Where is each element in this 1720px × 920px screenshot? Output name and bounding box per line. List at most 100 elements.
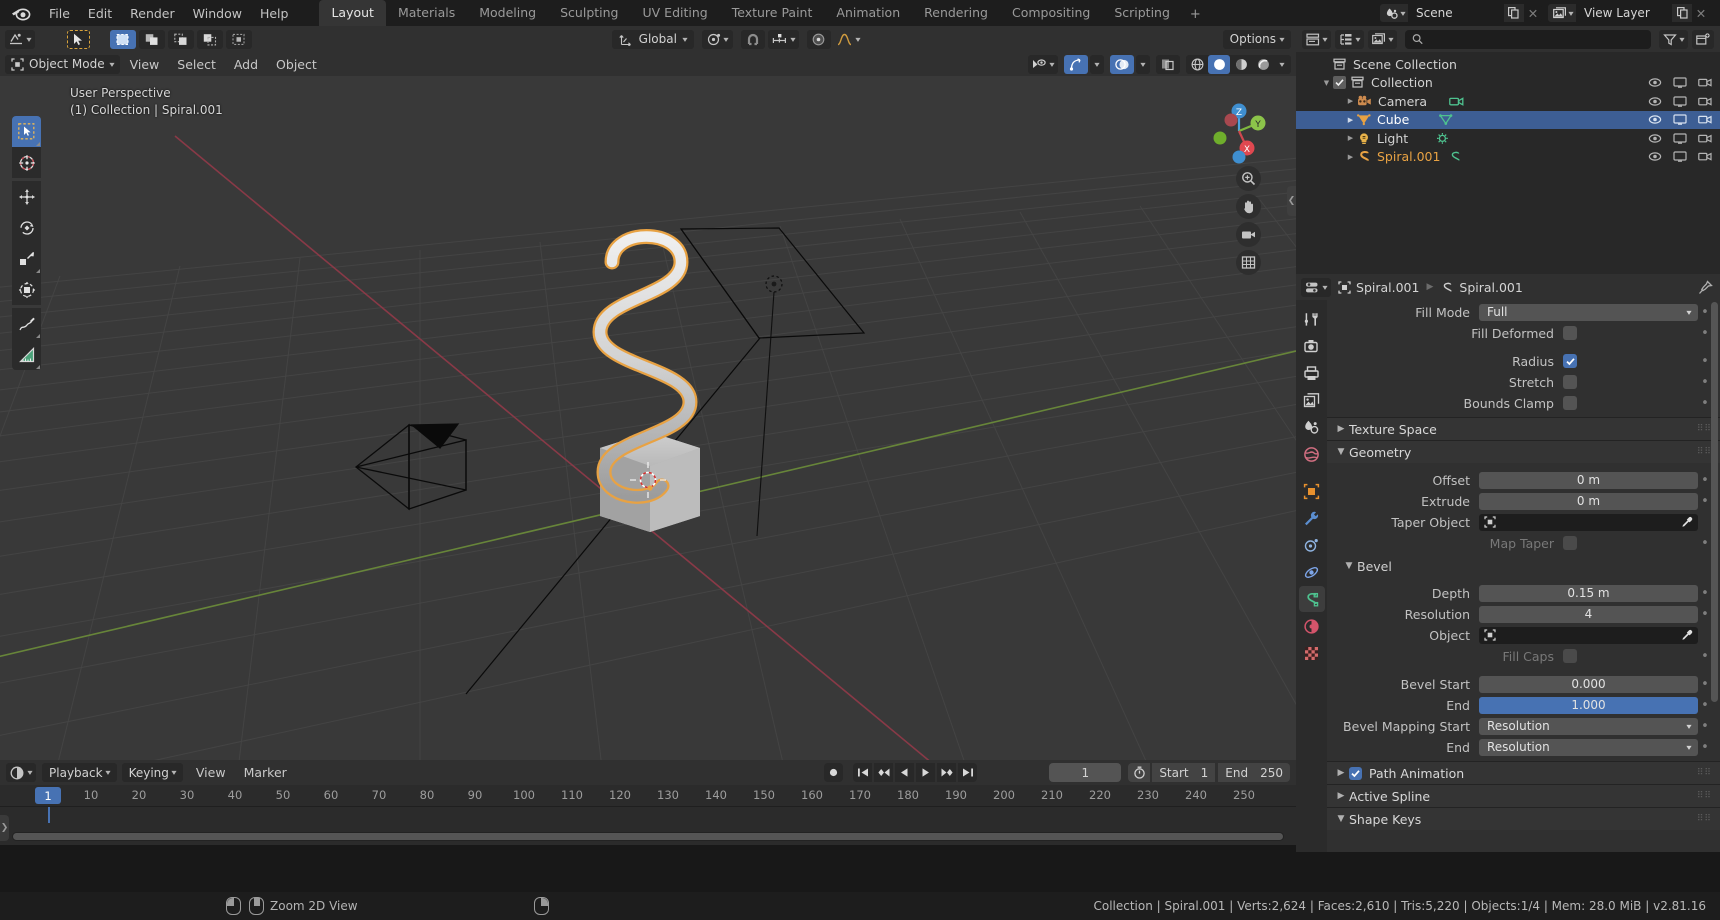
timeline-menu-playback[interactable]: Playback ▾ — [42, 763, 117, 782]
transform-orientation-selector[interactable]: Global ▾ — [611, 29, 694, 49]
select-extend-icon[interactable] — [139, 29, 166, 49]
panel-active-spline[interactable]: ▶ Active Spline ⠿⠿ — [1327, 784, 1720, 807]
outliner-search-input[interactable] — [1428, 32, 1644, 46]
properties-tab-scene[interactable] — [1299, 414, 1325, 440]
view-layer-icon[interactable]: ▾ — [1547, 4, 1576, 22]
toggle-ortho-icon[interactable] — [1236, 250, 1261, 275]
path-animation-checkbox[interactable] — [1349, 766, 1362, 780]
menu-window[interactable]: Window — [184, 3, 251, 24]
bevel-end-field[interactable]: 1.000 — [1479, 696, 1698, 714]
overlays-icon[interactable] — [1109, 54, 1134, 74]
properties-tab-object-data[interactable] — [1298, 586, 1325, 612]
timeline-menu-keying[interactable]: Keying ▾ — [121, 763, 183, 782]
menu-edit[interactable]: Edit — [79, 3, 121, 24]
workspace-tab-scripting[interactable]: Scripting — [1102, 0, 1182, 26]
scale-tool[interactable] — [12, 243, 41, 274]
disclosure-triangle[interactable]: ▶ — [1344, 153, 1357, 161]
end-frame-field[interactable]: End 250 — [1217, 763, 1290, 782]
map-taper-checkbox[interactable] — [1563, 536, 1577, 550]
select-invert-icon[interactable] — [197, 29, 224, 49]
menu-file[interactable]: File — [40, 3, 79, 24]
radius-checkbox[interactable] — [1563, 354, 1577, 368]
unlink-scene-button[interactable]: ✕ — [1523, 4, 1542, 22]
add-workspace-button[interactable]: + — [1182, 3, 1209, 26]
next-keyframe-icon[interactable] — [937, 763, 957, 782]
move-tool[interactable] — [12, 181, 41, 212]
proportional-edit-icon[interactable] — [807, 29, 831, 49]
breadcrumb-object[interactable]: Spiral.001 — [1335, 280, 1422, 295]
screen-icon[interactable] — [1673, 114, 1687, 126]
bevel-object-field[interactable] — [1479, 626, 1698, 644]
resolution-value-field[interactable]: 4 — [1479, 605, 1698, 623]
fill-deformed-checkbox[interactable] — [1563, 326, 1577, 340]
scene-icon[interactable]: ▾ — [1379, 4, 1408, 22]
properties-tab-world[interactable] — [1299, 441, 1325, 467]
remove-view-layer-button[interactable]: ✕ — [1692, 4, 1710, 22]
overlays-dropdown[interactable]: ▾ — [1135, 54, 1150, 74]
disclosure-triangle[interactable]: ▼ — [1320, 79, 1333, 87]
blender-logo-icon[interactable] — [10, 4, 32, 22]
properties-tab-material[interactable] — [1299, 613, 1325, 639]
pan-hand-icon[interactable] — [1236, 194, 1261, 219]
outliner-row-scene-collection[interactable]: Scene Collection — [1296, 55, 1720, 74]
properties-tab-particles[interactable] — [1299, 532, 1325, 558]
record-icon[interactable] — [824, 763, 844, 782]
outliner-row-light[interactable]: ▶ Light — [1296, 129, 1720, 148]
funnel-icon[interactable]: ▾ — [1658, 29, 1688, 49]
workspace-tab-modeling[interactable]: Modeling — [467, 0, 548, 26]
camera-render-icon[interactable] — [1698, 77, 1712, 88]
viewport-menu-object[interactable]: Object — [268, 54, 325, 75]
properties-tab-view-layer[interactable] — [1299, 387, 1325, 413]
extrude-value-field[interactable]: 0 m — [1479, 492, 1698, 510]
outliner[interactable]: Scene Collection ▼ Collection ▶ Camera ▶… — [1296, 52, 1720, 274]
workspace-tab-rendering[interactable]: Rendering — [912, 0, 1000, 26]
jump-end-icon[interactable] — [958, 763, 978, 782]
workspace-tab-sculpting[interactable]: Sculpting — [548, 0, 630, 26]
scene-selector[interactable]: ▾ Scene ✕ — [1379, 4, 1542, 22]
properties-tab-modifiers[interactable] — [1299, 505, 1325, 531]
outliner-row-camera[interactable]: ▶ Camera — [1296, 92, 1720, 111]
timeline-playhead[interactable]: 1 — [35, 787, 61, 804]
collection-checkbox[interactable] — [1333, 76, 1346, 90]
camera-render-icon[interactable] — [1698, 133, 1712, 144]
workspace-tab-uv-editing[interactable]: UV Editing — [631, 0, 720, 26]
scene-name[interactable]: Scene — [1407, 4, 1504, 22]
tweak-tool-header-icon[interactable] — [67, 29, 91, 49]
new-view-layer-button[interactable] — [1672, 4, 1692, 22]
camera-render-icon[interactable] — [1698, 114, 1712, 125]
properties-tab-tool[interactable] — [1299, 306, 1325, 332]
filter-id-selector[interactable]: ▾ — [1368, 29, 1398, 49]
disclosure-triangle[interactable]: ▶ — [1344, 97, 1357, 105]
play-icon[interactable] — [916, 763, 936, 782]
annotate-tool[interactable] — [12, 308, 41, 339]
solid-icon[interactable] — [1208, 54, 1230, 74]
wireframe-icon[interactable] — [1186, 55, 1208, 74]
visibility-icon[interactable]: ▾ — [1027, 54, 1058, 74]
measure-tool[interactable] — [12, 339, 41, 370]
menu-help[interactable]: Help — [251, 3, 298, 24]
timeline-body[interactable]: ❯ — [0, 807, 1296, 845]
timeline-horizontal-scrollbar[interactable] — [12, 832, 1284, 841]
panel-texture-space[interactable]: ▶ Texture Space ⠿⠿ — [1327, 417, 1720, 440]
screen-icon[interactable] — [1673, 96, 1687, 107]
prev-keyframe-icon[interactable] — [874, 763, 894, 782]
fill-caps-checkbox[interactable] — [1563, 649, 1577, 663]
offset-value-field[interactable]: 0 m — [1479, 471, 1698, 489]
viewport-menu-add[interactable]: Add — [226, 54, 266, 75]
view-layer-name[interactable]: View Layer — [1576, 4, 1672, 22]
tweak-tool[interactable] — [12, 116, 41, 147]
outliner-row-collection[interactable]: ▼ Collection — [1296, 74, 1720, 93]
eye-icon[interactable] — [1648, 114, 1662, 125]
menu-render[interactable]: Render — [121, 3, 184, 24]
timeline-menu-view[interactable]: View — [188, 762, 234, 783]
pivot-point-selector[interactable]: ▾ — [701, 29, 733, 49]
camera-render-icon[interactable] — [1698, 96, 1712, 107]
select-box-icon[interactable] — [110, 29, 137, 49]
new-scene-button[interactable] — [1503, 4, 1524, 22]
panel-path-animation[interactable]: ▶ Path Animation ⠿⠿ — [1327, 761, 1720, 784]
outliner-row-spiral[interactable]: ▶ Spiral.001 — [1296, 148, 1720, 167]
screen-icon[interactable] — [1673, 133, 1687, 144]
select-intersect-icon[interactable] — [226, 29, 253, 49]
panel-bevel[interactable]: ▼ Bevel — [1327, 556, 1720, 576]
cursor-tool[interactable] — [12, 147, 41, 178]
